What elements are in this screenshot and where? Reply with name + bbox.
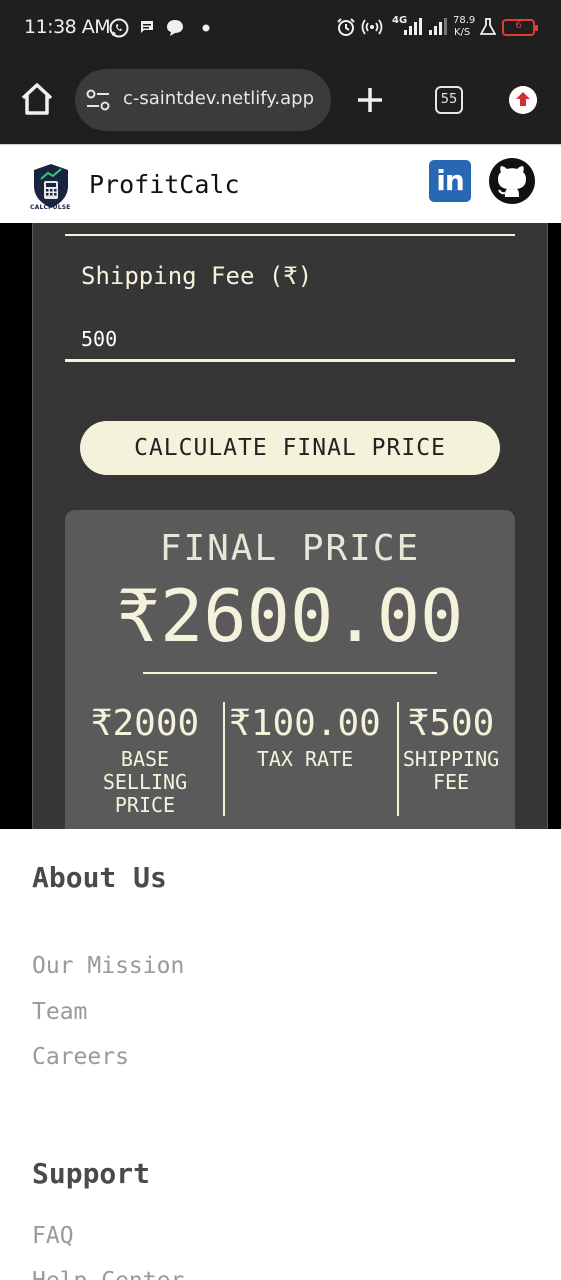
stat-value: ₹100.00 [229, 703, 381, 744]
notification-dot-icon [202, 24, 210, 32]
tune-icon[interactable] [85, 88, 111, 112]
footer-link-help-center[interactable]: Help Center [32, 1268, 184, 1280]
brand-name[interactable]: ProfitCalc [89, 170, 240, 199]
message-icon [141, 21, 153, 33]
signal-icon [404, 18, 422, 35]
linkedin-icon[interactable]: in [429, 160, 471, 202]
calculator-section: Shipping Fee (₹) CALCULATE FINAL PRICE F… [0, 223, 561, 829]
footer-link-careers[interactable]: Careers [32, 1044, 129, 1070]
about-heading: About Us [32, 861, 167, 894]
previous-field-underline [65, 234, 515, 236]
chat-icon [167, 20, 183, 36]
stat-value: ₹500 [407, 703, 495, 744]
plus-icon[interactable] [352, 82, 388, 118]
site-header: CALCPULSE ProfitCalc in [0, 144, 561, 223]
update-icon[interactable] [509, 86, 537, 114]
stat-label: BASE SELLING PRICE [102, 747, 188, 817]
stat-shipping-fee: ₹500 SHIPPING FEE [399, 704, 503, 794]
result-divider [143, 672, 437, 674]
url-text: c-saintdev.netlify.app [123, 88, 314, 109]
alarm-icon [337, 18, 355, 36]
footer-link-faq[interactable]: FAQ [32, 1223, 74, 1249]
stat-label: SHIPPING FEE [402, 747, 500, 794]
net-speed-unit: K/S [454, 27, 471, 38]
calculator-card: Shipping Fee (₹) CALCULATE FINAL PRICE F… [32, 223, 548, 829]
browser-toolbar: c-saintdev.netlify.app 55 [0, 58, 561, 144]
signal-icon-2 [429, 18, 447, 35]
hotspot-icon [361, 19, 383, 35]
logo-text: CALCPULSE [30, 204, 71, 211]
stat-base-price: ₹2000 BASE SELLING PRICE [81, 704, 209, 817]
footer: About Us Our Mission Team Careers Suppor… [0, 829, 561, 1280]
footer-link-team[interactable]: Team [32, 999, 87, 1025]
result-card: FINAL PRICE ₹2600.00 ₹2000 BASE SELLING … [65, 510, 515, 829]
github-icon[interactable] [488, 157, 536, 205]
flask-icon [480, 18, 496, 35]
linkedin-label: in [436, 164, 465, 197]
whatsapp-icon [109, 18, 129, 38]
stat-tax-rate: ₹100.00 TAX RATE [225, 704, 385, 771]
support-heading: Support [32, 1157, 151, 1190]
url-bar[interactable]: c-saintdev.netlify.app [75, 69, 331, 131]
shipping-fee-input[interactable] [65, 318, 515, 362]
footer-link-our-mission[interactable]: Our Mission [32, 953, 184, 979]
battery-level: 6 [515, 20, 522, 31]
tab-count: 55 [440, 92, 458, 107]
tabs-icon[interactable]: 55 [435, 86, 463, 114]
stat-value: ₹2000 [90, 703, 200, 744]
calculate-button[interactable]: CALCULATE FINAL PRICE [80, 421, 500, 475]
net-speed-value: 78.9 [453, 15, 476, 26]
shipping-fee-label: Shipping Fee (₹) [81, 262, 313, 290]
home-icon[interactable] [18, 80, 56, 118]
stat-label: TAX RATE [256, 747, 354, 771]
battery-icon: 6 [502, 19, 538, 36]
status-time: 11:38 AM [24, 16, 111, 38]
result-title: FINAL PRICE [159, 528, 421, 569]
final-price-value: ₹2600.00 [116, 574, 464, 658]
status-bar: 11:38 AM 4G 78.9 K/S 6 [0, 0, 561, 58]
